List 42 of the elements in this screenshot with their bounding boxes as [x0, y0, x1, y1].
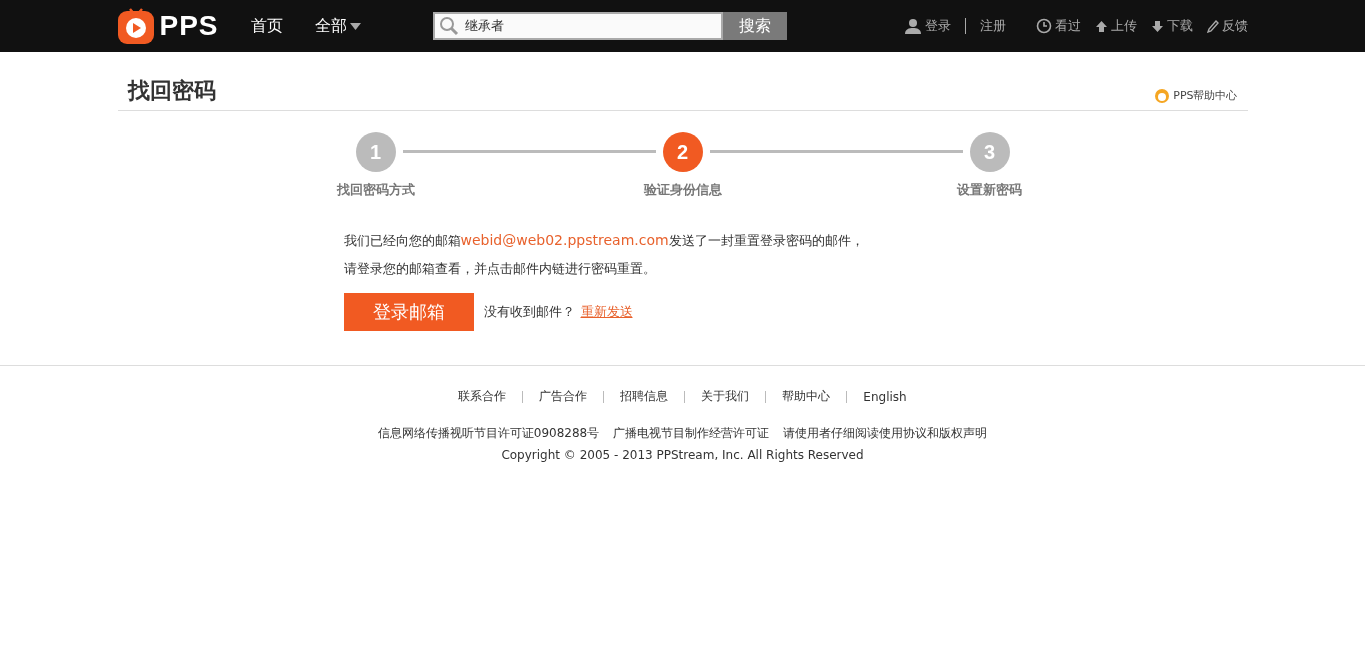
page-title: 找回密码: [127, 77, 216, 105]
arrow-up-icon: [1094, 19, 1108, 33]
footer-link[interactable]: 广告合作: [539, 388, 588, 405]
clock-icon: [1035, 18, 1052, 34]
toolbar-link[interactable]: 看过: [1035, 17, 1081, 35]
logo-icon: [117, 8, 154, 44]
toolbar-link[interactable]: 下载: [1150, 17, 1193, 35]
step-number: 1: [355, 132, 396, 172]
login-link[interactable]: 登录: [924, 17, 951, 35]
search-input[interactable]: 继承者: [462, 17, 707, 35]
step-label: 设置新密码: [957, 181, 1022, 199]
register-link[interactable]: 注册: [979, 17, 1006, 35]
license-text: 信息网络传播视听节目许可证0908288号: [377, 425, 600, 442]
search-field[interactable]: 继承者: [432, 12, 723, 40]
toolbar-link[interactable]: 反馈: [1206, 17, 1248, 35]
nav-link[interactable]: 首页: [250, 15, 283, 37]
caret-icon: [349, 22, 361, 30]
user-icon: [904, 18, 921, 34]
arrow-down-icon: [1150, 19, 1164, 33]
step-number: 3: [969, 132, 1010, 172]
footer-link[interactable]: 联系合作: [458, 388, 507, 405]
search-icon: [438, 16, 459, 36]
help-center-link[interactable]: PPS帮助中心: [1154, 87, 1238, 106]
logo-text: PPS: [159, 10, 219, 42]
search-button[interactable]: 搜索: [722, 12, 787, 40]
toolbar-link[interactable]: 上传: [1094, 17, 1137, 35]
step-label: 找回密码方式: [336, 181, 415, 199]
step-number: 2: [662, 132, 703, 172]
license-text: 请使用者仔细阅读使用协议和版权声明: [783, 425, 988, 442]
pencil-icon: [1206, 19, 1219, 33]
footer-link[interactable]: English: [863, 389, 907, 404]
message-text: 我们已经向您的邮箱webid@web02.ppstream.com发送了一封重置登录密码的邮件，: [343, 232, 865, 249]
license-text: 广播电视节目制作经营许可证: [613, 425, 770, 442]
step-label: 验证身份信息: [643, 181, 722, 199]
footer-link[interactable]: 关于我们: [701, 388, 750, 405]
message-text: 请登录您的邮箱查看，并点击邮件内链进行密码重置。: [343, 261, 657, 277]
footer-link[interactable]: 招聘信息: [620, 388, 669, 405]
prompt-text: 没有收到邮件？: [483, 303, 575, 321]
footer-link[interactable]: 帮助中心: [782, 388, 831, 405]
copyright-text: Copyright © 2005 - 2013 PPStream, Inc. All Rights Reserved: [501, 448, 864, 462]
nav-link[interactable]: 全部: [314, 15, 361, 37]
resend-link[interactable]: 重新发送: [580, 303, 633, 321]
